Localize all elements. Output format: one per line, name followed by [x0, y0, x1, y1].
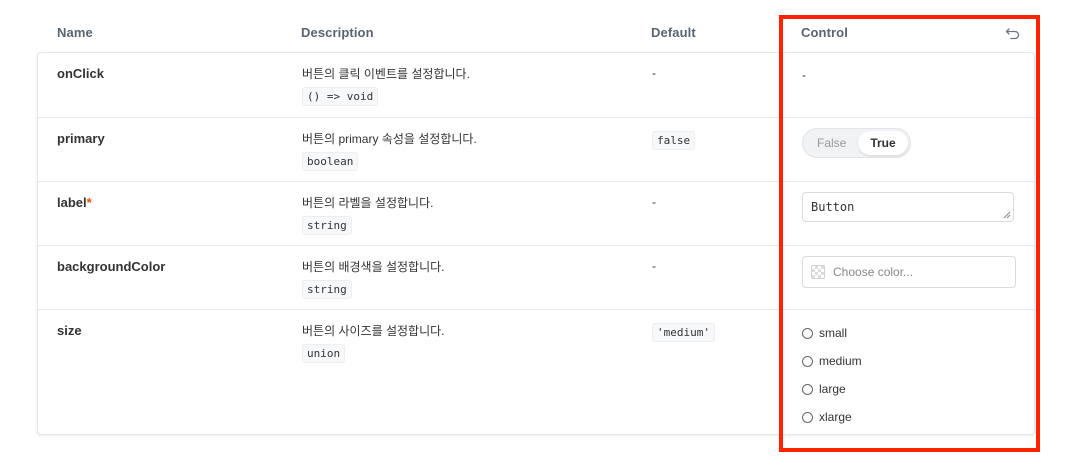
radio-button[interactable] — [802, 383, 813, 395]
table-body: onClick 버튼의 클릭 이벤트를 설정합니다. () => void - … — [37, 52, 1035, 435]
prop-control: - — [802, 66, 806, 84]
prop-description: 버튼의 라벨을 설정합니다. string — [302, 195, 433, 235]
prop-description: 버튼의 primary 속성을 설정합니다. boolean — [302, 131, 477, 171]
prop-default: - — [652, 66, 656, 80]
table-row: backgroundColor 버튼의 배경색을 설정합니다. string -… — [38, 246, 1034, 310]
prop-control: False True — [802, 128, 911, 158]
radio-button[interactable] — [802, 327, 813, 339]
prop-name: onClick — [57, 66, 104, 81]
type-chip: string — [302, 280, 352, 299]
prop-default: - — [652, 195, 656, 209]
undo-icon[interactable] — [1005, 25, 1021, 41]
radio-option-medium[interactable]: medium — [802, 347, 862, 375]
column-header-name: Name — [57, 25, 93, 40]
resize-grip-icon[interactable] — [1003, 211, 1011, 219]
prop-name: primary — [57, 131, 105, 146]
label-text-input[interactable]: Button — [802, 192, 1014, 222]
text-input-value: Button — [811, 200, 855, 214]
prop-default: false — [652, 131, 696, 150]
type-chip: boolean — [302, 152, 359, 171]
default-chip: 'medium' — [652, 323, 715, 342]
toggle-option-false[interactable]: False — [805, 131, 858, 155]
description-text: 버튼의 배경색을 설정합니다. — [302, 260, 445, 274]
prop-name: backgroundColor — [57, 259, 166, 274]
column-header-description: Description — [301, 25, 374, 40]
prop-default: - — [652, 259, 656, 273]
radio-label: medium — [819, 354, 862, 368]
radio-label: large — [819, 382, 846, 396]
radio-button[interactable] — [802, 355, 813, 367]
color-picker-input[interactable]: Choose color... — [802, 256, 1016, 288]
prop-name: label* — [57, 195, 92, 210]
default-chip: false — [652, 131, 696, 150]
prop-control: Choose color... — [802, 256, 1016, 288]
type-chip: string — [302, 216, 352, 235]
type-chip: () => void — [302, 87, 379, 106]
prop-default: 'medium' — [652, 323, 715, 342]
size-radio-group: small medium large xlarge — [802, 319, 862, 431]
prop-description: 버튼의 클릭 이벤트를 설정합니다. () => void — [302, 66, 470, 106]
prop-description: 버튼의 사이즈를 설정합니다. union — [302, 323, 444, 363]
prop-name-text: label — [57, 195, 87, 210]
type-chip: union — [302, 344, 346, 363]
table-row: size 버튼의 사이즈를 설정합니다. union 'medium' smal… — [38, 310, 1034, 434]
boolean-toggle[interactable]: False True — [802, 128, 911, 158]
description-text: 버튼의 사이즈를 설정합니다. — [302, 324, 445, 338]
table-row: primary 버튼의 primary 속성을 설정합니다. boolean f… — [38, 118, 1034, 182]
description-text: 버튼의 라벨을 설정합니다. — [302, 196, 434, 210]
table-row: onClick 버튼의 클릭 이벤트를 설정합니다. () => void - … — [38, 53, 1034, 118]
description-text: 버튼의 primary 속성을 설정합니다. — [302, 132, 477, 146]
toggle-option-true[interactable]: True — [858, 131, 908, 155]
color-swatch-icon[interactable] — [811, 265, 825, 279]
radio-option-small[interactable]: small — [802, 319, 862, 347]
radio-label: xlarge — [819, 410, 852, 424]
radio-option-xlarge[interactable]: xlarge — [802, 403, 862, 431]
control-empty: - — [802, 68, 806, 82]
table-header: Name Description Default Control — [37, 16, 1035, 52]
radio-label: small — [819, 326, 848, 340]
prop-name: size — [57, 323, 82, 338]
column-header-control: Control — [801, 25, 848, 40]
radio-button[interactable] — [802, 411, 813, 423]
description-text: 버튼의 클릭 이벤트를 설정합니다. — [302, 67, 470, 81]
table-row: label* 버튼의 라벨을 설정합니다. string - Button — [38, 182, 1034, 246]
prop-description: 버튼의 배경색을 설정합니다. string — [302, 259, 444, 299]
radio-option-large[interactable]: large — [802, 375, 862, 403]
required-marker: * — [86, 195, 92, 210]
column-header-default: Default — [651, 25, 696, 40]
prop-control: Button — [802, 192, 1014, 222]
args-table: Name Description Default Control onClick… — [37, 16, 1035, 435]
color-placeholder: Choose color... — [833, 265, 914, 279]
prop-control: small medium large xlarge — [802, 323, 862, 431]
